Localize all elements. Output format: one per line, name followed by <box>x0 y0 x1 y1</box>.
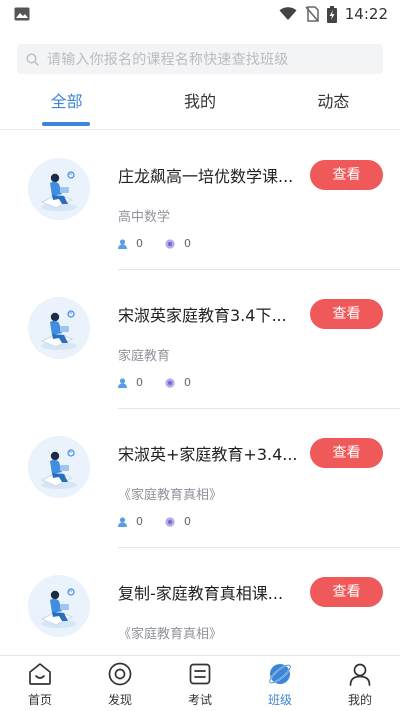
course-stats: 0 0 <box>118 237 213 250</box>
nav-profile-label: 我的 <box>347 693 372 707</box>
nav-exam-label: 考试 <box>187 693 212 707</box>
class-icon <box>268 664 292 684</box>
reading-person-illustration <box>28 158 90 220</box>
search-icon <box>26 52 39 66</box>
view-button[interactable]: 查看 <box>310 299 383 329</box>
course-thumbnail <box>28 158 90 220</box>
course-subtitle: 《家庭教育真相》 <box>118 488 223 503</box>
nav-home[interactable]: 首页 <box>0 656 80 711</box>
course-card[interactable]: 复制-家庭教育真相课... 《家庭教育真相》 查看 <box>0 548 400 655</box>
comment-count: 0 <box>184 515 191 528</box>
nav-profile[interactable]: 我的 <box>320 656 400 711</box>
student-count: 0 <box>136 376 143 389</box>
view-button[interactable]: 查看 <box>310 438 383 468</box>
battery-charging-icon <box>326 5 337 23</box>
course-subtitle: 家庭教育 <box>118 349 171 364</box>
comment-icon <box>165 377 175 388</box>
no-sim-icon <box>305 6 319 22</box>
status-time: 14:22 <box>344 5 388 23</box>
course-thumbnail <box>28 436 90 498</box>
reading-person-illustration <box>28 297 90 359</box>
course-card[interactable]: 庄龙飙高一培优数学课... 高中数学 0 0 查看 <box>0 131 400 270</box>
nav-home-label: 首页 <box>27 693 52 707</box>
nav-class[interactable]: 班级 <box>240 656 320 711</box>
nav-exam[interactable]: 考试 <box>160 656 240 711</box>
comment-count: 0 <box>184 376 191 389</box>
profile-icon <box>349 663 371 686</box>
bottom-nav: 首页 发现 考试 班级 我的 <box>0 655 400 711</box>
nav-class-label: 班级 <box>267 693 292 707</box>
view-button[interactable]: 查看 <box>310 577 383 607</box>
tab-activity[interactable]: 动态 <box>267 82 400 129</box>
student-count: 0 <box>136 515 143 528</box>
search-placeholder: 请输入你报名的课程名称快速查找班级 <box>47 52 289 68</box>
course-list: 庄龙飙高一培优数学课... 高中数学 0 0 查看 宋淑英家庭教育3.4下...… <box>0 131 400 655</box>
nav-discover[interactable]: 发现 <box>80 656 160 711</box>
status-bar: 14:22 <box>0 0 400 28</box>
student-count: 0 <box>136 237 143 250</box>
image-icon <box>14 7 30 21</box>
course-thumbnail <box>28 575 90 637</box>
comment-count: 0 <box>184 237 191 250</box>
course-subtitle: 高中数学 <box>118 210 171 225</box>
view-button[interactable]: 查看 <box>310 160 383 190</box>
reading-person-illustration <box>28 575 90 637</box>
comment-icon <box>165 516 175 527</box>
nav-discover-label: 发现 <box>107 693 132 707</box>
discover-icon <box>108 662 132 686</box>
comment-icon <box>165 238 175 249</box>
user-icon <box>118 238 127 249</box>
exam-icon <box>189 663 211 685</box>
active-tab-indicator <box>42 122 90 126</box>
reading-person-illustration <box>28 436 90 498</box>
course-stats: 0 0 <box>118 376 213 389</box>
user-icon <box>118 516 127 527</box>
user-icon <box>118 377 127 388</box>
course-title: 宋淑英家庭教育3.4下... <box>118 306 287 325</box>
course-title: 庄龙飙高一培优数学课... <box>118 167 294 186</box>
course-title: 宋淑英+家庭教育+3.4... <box>118 445 298 464</box>
tab-mine[interactable]: 我的 <box>133 82 266 129</box>
home-icon <box>29 663 51 685</box>
course-subtitle: 《家庭教育真相》 <box>118 627 223 642</box>
course-card[interactable]: 宋淑英+家庭教育+3.4... 《家庭教育真相》 0 0 查看 <box>0 409 400 548</box>
wifi-icon <box>279 7 297 20</box>
search-input[interactable]: 请输入你报名的课程名称快速查找班级 <box>17 44 383 74</box>
course-stats: 0 0 <box>118 515 213 528</box>
app-screen: 14:22 请输入你报名的课程名称快速查找班级 全部 我的 动态 庄龙飙高一培优… <box>0 0 400 711</box>
course-title: 复制-家庭教育真相课... <box>118 584 284 603</box>
course-thumbnail <box>28 297 90 359</box>
course-card[interactable]: 宋淑英家庭教育3.4下... 家庭教育 0 0 查看 <box>0 270 400 409</box>
